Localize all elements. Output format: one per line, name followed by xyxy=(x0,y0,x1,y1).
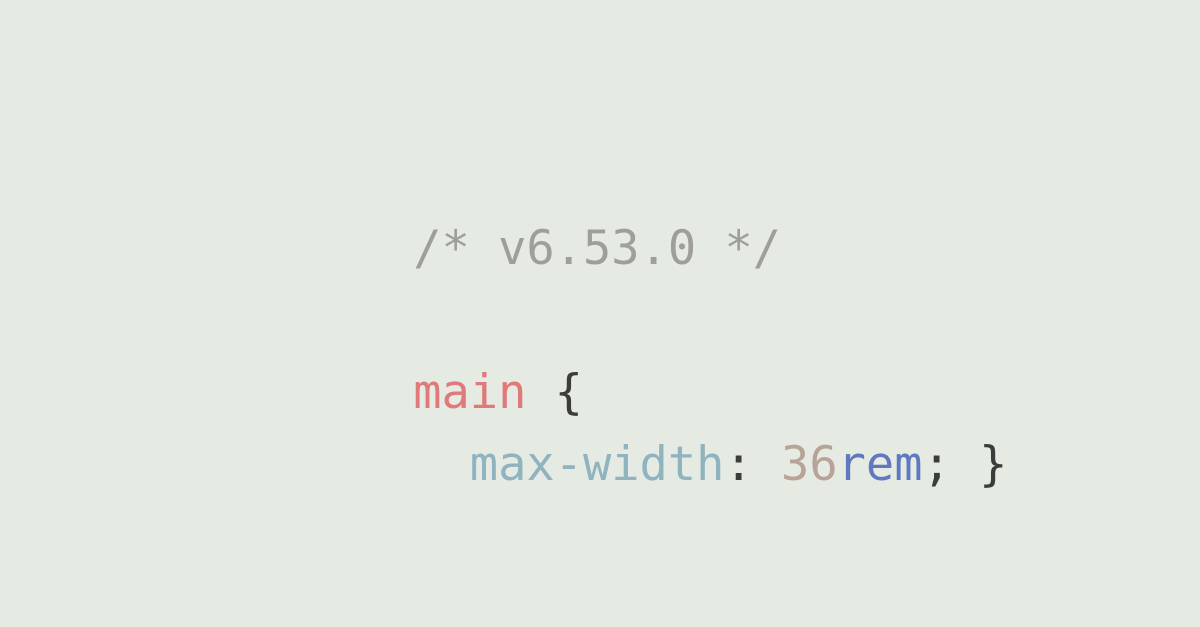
colon: : xyxy=(724,437,782,492)
close-brace: } xyxy=(979,437,1008,492)
value-number: 36 xyxy=(781,437,838,492)
semicolon: ; xyxy=(922,437,980,492)
version-comment-line: /* v6.53.0 */ xyxy=(300,178,781,319)
value-unit: rem xyxy=(837,437,923,492)
declaration-line: max-width: 36rem; } xyxy=(300,394,1008,535)
css-property: max-width xyxy=(469,437,725,492)
version-comment: /* v6.53.0 */ xyxy=(413,221,782,276)
css-code-snippet: /* v6.53.0 */ main { max-width: 36rem; } xyxy=(300,0,1007,488)
